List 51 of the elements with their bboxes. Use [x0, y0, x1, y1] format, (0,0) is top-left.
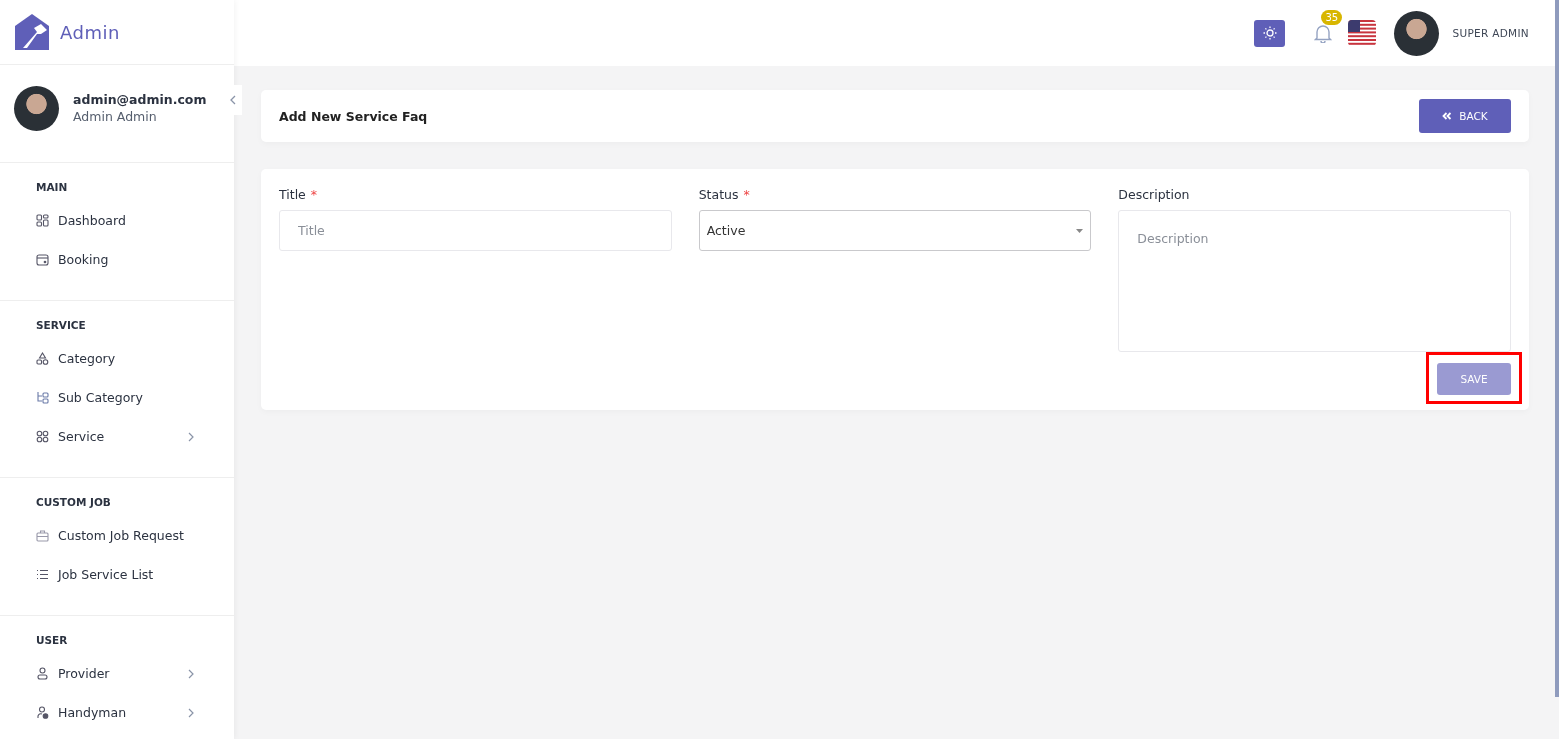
scrollbar[interactable]	[1555, 0, 1559, 697]
avatar	[14, 86, 59, 131]
section-heading: MAIN	[36, 181, 69, 193]
page-title: Add New Service Faq	[279, 108, 428, 124]
back-button[interactable]: BACK	[1419, 99, 1511, 133]
nav-item[interactable]: Provider	[36, 654, 234, 693]
account-name[interactable]: SUPER ADMIN	[1452, 27, 1529, 39]
chevron-right-icon	[188, 707, 194, 718]
dropdown-caret-icon	[1076, 228, 1084, 233]
nav-item[interactable]: Handyman	[36, 693, 234, 732]
nav-item[interactable]: Category	[36, 339, 234, 378]
chevron-right-icon	[188, 668, 194, 679]
field-label: Description	[1118, 187, 1190, 202]
person-icon	[36, 667, 49, 680]
four-circles-icon	[36, 430, 49, 443]
double-chevron-left-icon	[1442, 112, 1453, 120]
user-email: admin@admin.com	[73, 92, 207, 107]
nav-item[interactable]: Custom Job Request	[36, 516, 234, 555]
hierarchy-icon	[36, 391, 49, 404]
section-heading: USER	[36, 634, 69, 646]
nav-item[interactable]: Job Service List	[36, 555, 234, 594]
section-heading: CUSTOM JOB	[36, 496, 112, 508]
select-field[interactable]: Active	[698, 210, 1092, 251]
input-field[interactable]: Title	[279, 210, 672, 251]
avatar[interactable]	[1394, 10, 1440, 56]
required-mark: *	[743, 187, 750, 202]
list-icon	[36, 568, 49, 581]
flag-icon[interactable]	[1348, 20, 1377, 46]
nav-item[interactable]: Sub Category	[36, 378, 234, 417]
chevron-right-icon	[188, 431, 194, 442]
calendar-icon	[36, 253, 49, 266]
sun-icon	[1262, 26, 1277, 40]
bell-icon[interactable]	[1314, 23, 1333, 43]
shapes-icon	[36, 352, 49, 365]
notification-count: 35	[1321, 10, 1343, 25]
textarea-field[interactable]: Description	[1118, 210, 1511, 352]
nav-item[interactable]: Service	[36, 417, 234, 456]
dashboard-icon	[36, 214, 49, 227]
chevron-left-icon[interactable]	[229, 95, 237, 105]
brand-name: Admin	[60, 21, 120, 43]
field-label: Title	[279, 187, 306, 202]
user-name: Admin Admin	[73, 109, 158, 124]
nav-item[interactable]: Booking	[36, 240, 234, 279]
field-label: Status	[698, 187, 739, 202]
person-gear-icon	[36, 706, 49, 719]
section-heading: SERVICE	[36, 319, 87, 331]
briefcase-icon	[36, 529, 49, 542]
required-mark: *	[310, 187, 318, 202]
house-hammer-logo-icon	[15, 14, 49, 50]
theme-toggle-button[interactable]	[1254, 19, 1286, 47]
nav-item[interactable]: Dashboard	[36, 201, 234, 240]
